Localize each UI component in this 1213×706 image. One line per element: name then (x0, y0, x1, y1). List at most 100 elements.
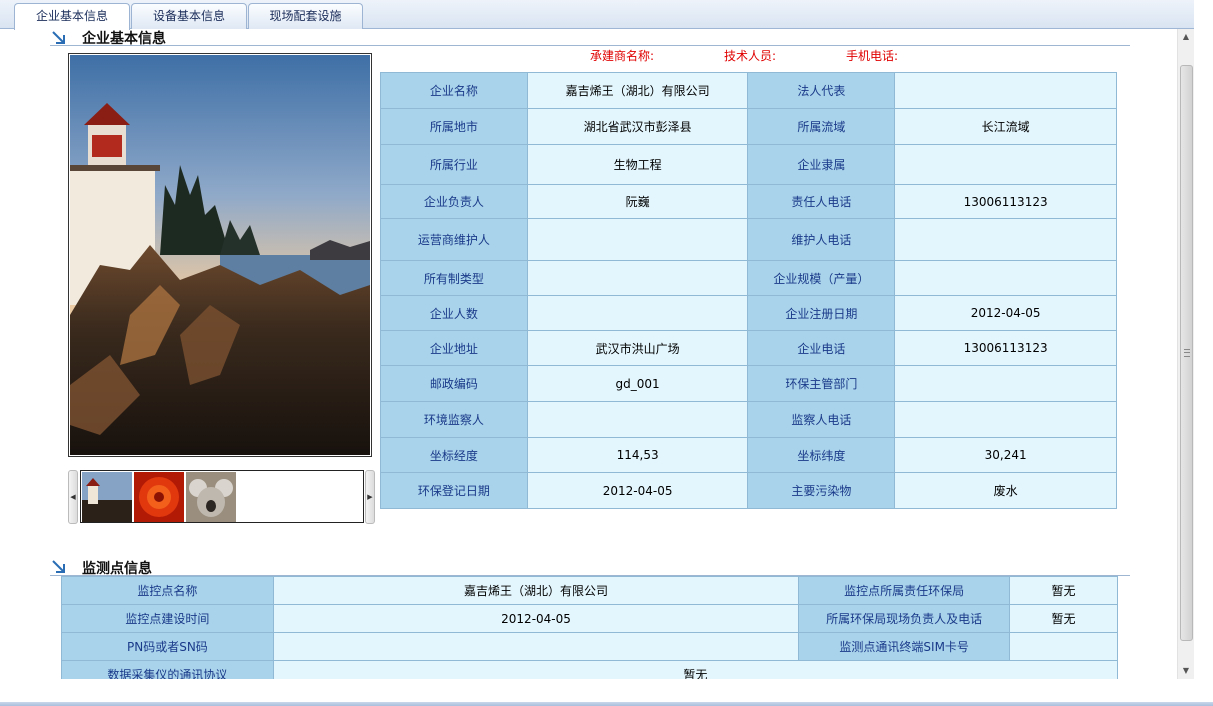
table-row: 坐标经度 114,53 坐标纬度 30,241 (380, 437, 1117, 473)
field-value: 嘉吉烯王（湖北）有限公司 (272, 576, 800, 605)
field-label: 企业地址 (380, 330, 528, 366)
field-label: 所属环保局现场负责人及电话 (798, 604, 1011, 633)
field-label: 企业名称 (380, 72, 528, 109)
field-label: 所属行业 (380, 144, 528, 185)
field-label: 维护人电话 (747, 218, 896, 261)
field-label: 监控点建设时间 (61, 604, 274, 633)
field-value (894, 218, 1117, 261)
triangle-right-icon[interactable]: ▶ (365, 470, 375, 524)
arrow-down-right-icon (52, 560, 65, 573)
table-row: PN码或者SN码 监测点通讯终端SIM卡号 (61, 632, 1118, 661)
field-value (526, 401, 749, 438)
table-row: 监控点名称 嘉吉烯王（湖北）有限公司 监控点所属责任环保局 暂无 (61, 576, 1118, 605)
field-label: 环境监察人 (380, 401, 528, 438)
tech-staff-label: 技术人员: (724, 49, 777, 63)
field-label: 坐标纬度 (747, 437, 896, 473)
field-label: 坐标经度 (380, 437, 528, 473)
field-value (894, 144, 1117, 185)
table-row: 所有制类型 企业规模（产量） (380, 260, 1117, 296)
field-value: 114,53 (526, 437, 749, 473)
field-label: 监控点名称 (61, 576, 274, 605)
field-value: 暂无 (272, 660, 1119, 679)
field-label: 责任人电话 (747, 184, 896, 219)
thumbnail-koala[interactable] (186, 472, 236, 522)
content-viewport: 企业基本信息 承建商名称: 技术人员: 手机电话: ◀ ▶ 企业名称 嘉吉烯王（… (0, 29, 1177, 679)
table-row: 企业名称 嘉吉烯王（湖北）有限公司 法人代表 (380, 72, 1117, 109)
table-row: 企业负责人 阮巍 责任人电话 13006113123 (380, 184, 1117, 219)
field-label: 数据采集仪的通讯协议 (61, 660, 274, 679)
field-label: 企业注册日期 (747, 295, 896, 331)
vertical-scrollbar[interactable]: ▲ ▼ (1177, 29, 1194, 679)
table-row: 所属地市 湖北省武汉市彭泽县 所属流域 长江流域 (380, 108, 1117, 145)
field-label: 企业人数 (380, 295, 528, 331)
contractor-label: 承建商名称: (590, 49, 655, 63)
scrollbar-thumb[interactable] (1180, 65, 1193, 641)
triangle-up-icon[interactable]: ▲ (1178, 29, 1194, 45)
table-row: 数据采集仪的通讯协议 暂无 (61, 660, 1119, 679)
field-value: 2012-04-05 (272, 604, 800, 633)
field-label: 运营商维护人 (380, 218, 528, 261)
bottom-border (0, 702, 1213, 706)
field-value: 暂无 (1009, 604, 1118, 633)
table-row: 环保登记日期 2012-04-05 主要污染物 废水 (380, 472, 1117, 509)
monitor-info-table: 监控点名称 嘉吉烯王（湖北）有限公司 监控点所属责任环保局 暂无 监控点建设时间 2012… (61, 576, 1119, 679)
field-label: 所有制类型 (380, 260, 528, 296)
field-value (894, 260, 1117, 296)
field-value: 13006113123 (894, 184, 1117, 219)
field-label: 主要污染物 (747, 472, 896, 509)
tab-bar: 企业基本信息 设备基本信息 现场配套设施 (0, 0, 1194, 30)
thumbnail-lighthouse[interactable] (82, 472, 132, 522)
field-value: 长江流域 (894, 108, 1117, 145)
table-row: 所属行业 生物工程 企业隶属 (380, 144, 1117, 185)
table-row: 环境监察人 监察人电话 (380, 401, 1117, 438)
company-info-table: 企业名称 嘉吉烯王（湖北）有限公司 法人代表 所属地市 湖北省武汉市彭泽县 所属流域 长江流… (380, 72, 1117, 509)
triangle-left-icon[interactable]: ◀ (68, 470, 78, 524)
field-value (894, 72, 1117, 109)
field-value: 2012-04-05 (526, 472, 749, 509)
field-value: 2012-04-05 (894, 295, 1117, 331)
field-value (526, 260, 749, 296)
field-value: 阮巍 (526, 184, 749, 219)
section-divider (50, 45, 1130, 46)
company-photo-frame (68, 53, 372, 457)
field-value (894, 401, 1117, 438)
field-label: 邮政编码 (380, 365, 528, 402)
thumbnail-box (80, 470, 364, 523)
field-value: 武汉市洪山广场 (526, 330, 749, 366)
field-label: 企业电话 (747, 330, 896, 366)
tab-device-info[interactable]: 设备基本信息 (131, 3, 247, 29)
tab-company-info[interactable]: 企业基本信息 (14, 3, 130, 30)
tab-site-facilities[interactable]: 现场配套设施 (248, 3, 363, 29)
table-row: 企业人数 企业注册日期 2012-04-05 (380, 295, 1117, 331)
field-label: 所属地市 (380, 108, 528, 145)
table-row: 邮政编码 gd_001 环保主管部门 (380, 365, 1117, 402)
field-value: 湖北省武汉市彭泽县 (526, 108, 749, 145)
field-label: 环保登记日期 (380, 472, 528, 509)
right-margin (1194, 0, 1213, 702)
field-label: 企业负责人 (380, 184, 528, 219)
thumbnail-red-flower[interactable] (134, 472, 184, 522)
field-value: 30,241 (894, 437, 1117, 473)
field-value: 生物工程 (526, 144, 749, 185)
field-value (526, 218, 749, 261)
table-row: 企业地址 武汉市洪山广场 企业电话 13006113123 (380, 330, 1117, 366)
field-label: 监察人电话 (747, 401, 896, 438)
triangle-down-icon[interactable]: ▼ (1178, 663, 1194, 679)
field-label: PN码或者SN码 (61, 632, 274, 661)
field-value (272, 632, 800, 661)
company-photo-lighthouse (70, 55, 370, 455)
mobile-phone-label: 手机电话: (846, 49, 899, 63)
field-value (894, 365, 1117, 402)
field-label: 监控点所属责任环保局 (798, 576, 1011, 605)
thumbnail-strip: ◀ ▶ (68, 470, 375, 524)
table-row: 监控点建设时间 2012-04-05 所属环保局现场负责人及电话 暂无 (61, 604, 1118, 633)
field-label: 法人代表 (747, 72, 896, 109)
field-value: 废水 (894, 472, 1117, 509)
field-value: 暂无 (1009, 576, 1118, 605)
field-value (1009, 632, 1118, 661)
grip-icon (1184, 349, 1190, 357)
field-value: 嘉吉烯王（湖北）有限公司 (526, 72, 749, 109)
field-value: gd_001 (526, 365, 749, 402)
field-label: 监测点通讯终端SIM卡号 (798, 632, 1011, 661)
table-row: 运营商维护人 维护人电话 (380, 218, 1117, 261)
